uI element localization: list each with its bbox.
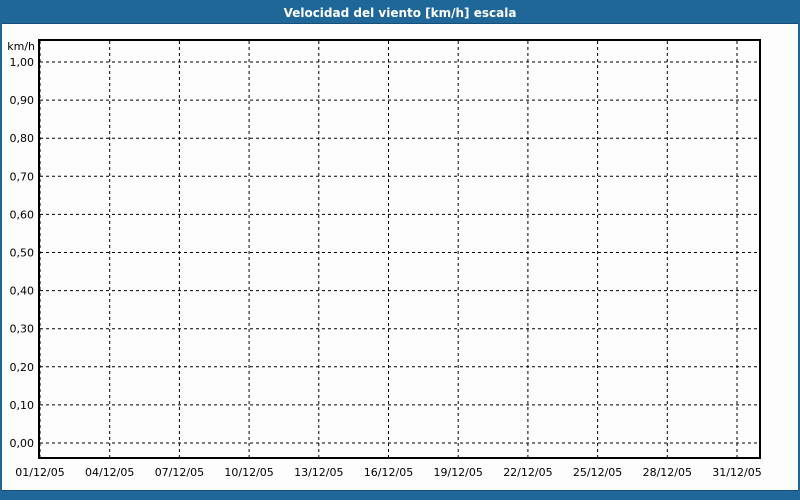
y-tick-label: 0,90 [10,94,35,107]
x-tick-label: 10/12/05 [224,466,273,479]
x-tick-label: 25/12/05 [573,466,622,479]
x-tick-label: 19/12/05 [433,466,482,479]
y-tick-label: 0,50 [10,247,35,260]
x-tick-label: 13/12/05 [294,466,343,479]
chart-window: Velocidad del viento [km/h] escala 1,00 0… [0,0,800,500]
x-tick-label: 04/12/05 [85,466,134,479]
y-tick-label: 1,00 [10,56,35,69]
y-tick-label: 0,60 [10,208,35,221]
chart-area: 1,00 0,90 0,80 0,70 0,60 0,50 0,40 0,30 0,20 0,10… [2,24,798,491]
y-axis-unit-label: km/h [7,40,35,53]
chart-title: Velocidad del viento [km/h] escala [283,5,517,20]
y-tick-label: 0,00 [10,437,35,450]
x-tick-label: 16/12/05 [364,466,413,479]
y-tick-label: 0,10 [10,399,35,412]
chart-plot: 1,00 0,90 0,80 0,70 0,60 0,50 0,40 0,30 0,20 0,10… [7,39,762,479]
x-tick-label: 01/12/05 [15,466,64,479]
y-tick-label: 0,30 [10,323,35,336]
plot-border [38,39,761,459]
x-tick-label: 22/12/05 [503,466,552,479]
x-tick-label: 31/12/05 [712,466,761,479]
x-tick-label: 28/12/05 [643,466,692,479]
y-tick-label: 0,80 [10,132,35,145]
bottom-bar [2,490,798,498]
title-bar: Velocidad del viento [km/h] escala [2,2,798,24]
y-tick-label: 0,40 [10,285,35,298]
y-tick-label: 0,70 [10,170,35,183]
x-tick-label: 07/12/05 [155,466,204,479]
y-tick-label: 0,20 [10,361,35,374]
